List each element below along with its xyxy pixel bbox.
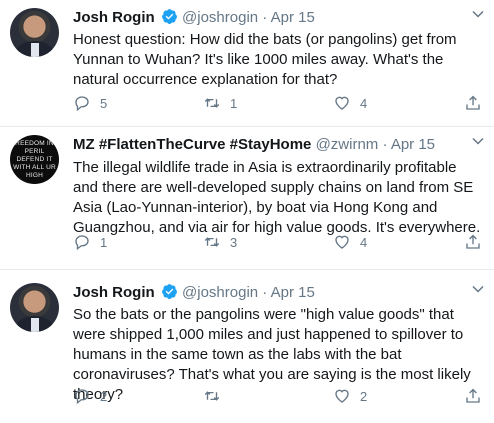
like-button[interactable]: 2 [333, 386, 367, 406]
tweet[interactable]: Josh Rogin @joshrogin · Apr 15 Honest qu… [0, 0, 494, 127]
tweet-header: Josh Rogin @joshrogin · Apr 15 [73, 283, 454, 302]
separator-dot: · [262, 284, 268, 301]
reply-button[interactable]: 5 [73, 93, 107, 113]
heart-icon [335, 389, 349, 403]
retweet-button[interactable] [203, 386, 230, 406]
avatar[interactable]: REEDOM IN PERIL DEFEND IT WITH ALL UR HI… [10, 135, 59, 184]
retweet-count: 3 [230, 234, 238, 250]
reply-icon [75, 389, 89, 405]
author-handle[interactable]: @zwirnm [316, 136, 379, 153]
tweet-actions: 5 1 4 [73, 93, 482, 113]
retweet-button[interactable]: 3 [203, 232, 237, 252]
retweet-icon [204, 237, 220, 247]
chevron-down-icon[interactable] [472, 137, 484, 145]
tweet-header: MZ #FlattenTheCurve #StayHome @zwirnm · … [73, 135, 454, 154]
avatar[interactable] [10, 283, 59, 332]
reply-button[interactable]: 1 [73, 232, 107, 252]
tweet-actions: 1 3 4 [73, 232, 482, 252]
tweet-text: The illegal wildlife trade in Asia is ex… [73, 159, 481, 236]
share-icon [466, 234, 480, 249]
share-button[interactable] [464, 232, 482, 252]
tweet-header: Josh Rogin @joshrogin · Apr 15 [73, 8, 454, 27]
heart-icon [335, 96, 349, 110]
author-name[interactable]: Josh Rogin [73, 284, 155, 301]
tweet[interactable]: REEDOM IN PERIL DEFEND IT WITH ALL UR HI… [0, 127, 494, 270]
retweet-count: 1 [230, 95, 238, 111]
retweet-button[interactable]: 1 [203, 93, 237, 113]
like-button[interactable]: 4 [333, 93, 367, 113]
tweet-text: Honest question: How did the bats (or pa… [73, 31, 457, 88]
reply-count: 5 [100, 95, 108, 111]
author-handle[interactable]: @joshrogin [182, 9, 258, 26]
tweet[interactable]: Josh Rogin @joshrogin · Apr 15 So the ba… [0, 270, 494, 423]
heart-icon [335, 235, 349, 249]
like-count: 4 [360, 234, 368, 250]
chevron-down-icon[interactable] [472, 10, 484, 18]
author-name[interactable]: MZ #FlattenTheCurve #StayHome [73, 136, 311, 153]
reply-count: 1 [100, 234, 108, 250]
separator-dot: · [262, 9, 268, 26]
share-button[interactable] [464, 386, 482, 406]
verified-badge-icon [161, 9, 177, 24]
avatar[interactable] [10, 8, 59, 57]
like-count: 2 [360, 388, 368, 404]
tweet-actions: 2 2 [73, 386, 482, 406]
author-handle[interactable]: @joshrogin [182, 284, 258, 301]
share-button[interactable] [464, 93, 482, 113]
reply-button[interactable]: 2 [73, 386, 107, 406]
author-name[interactable]: Josh Rogin [73, 9, 155, 26]
like-button[interactable]: 4 [333, 232, 367, 252]
retweet-icon [204, 391, 220, 401]
like-count: 4 [360, 95, 368, 111]
tweet-date[interactable]: Apr 15 [391, 136, 435, 153]
verified-badge-icon [161, 284, 177, 299]
share-icon [466, 388, 480, 403]
tweet-date[interactable]: Apr 15 [271, 284, 315, 301]
separator-dot: · [382, 136, 388, 153]
retweet-icon [204, 98, 220, 108]
share-icon [466, 95, 480, 110]
reply-count: 2 [100, 388, 108, 404]
chevron-down-icon[interactable] [472, 285, 484, 293]
reply-icon [75, 96, 89, 112]
tweet-date[interactable]: Apr 15 [271, 9, 315, 26]
reply-icon [75, 235, 89, 251]
